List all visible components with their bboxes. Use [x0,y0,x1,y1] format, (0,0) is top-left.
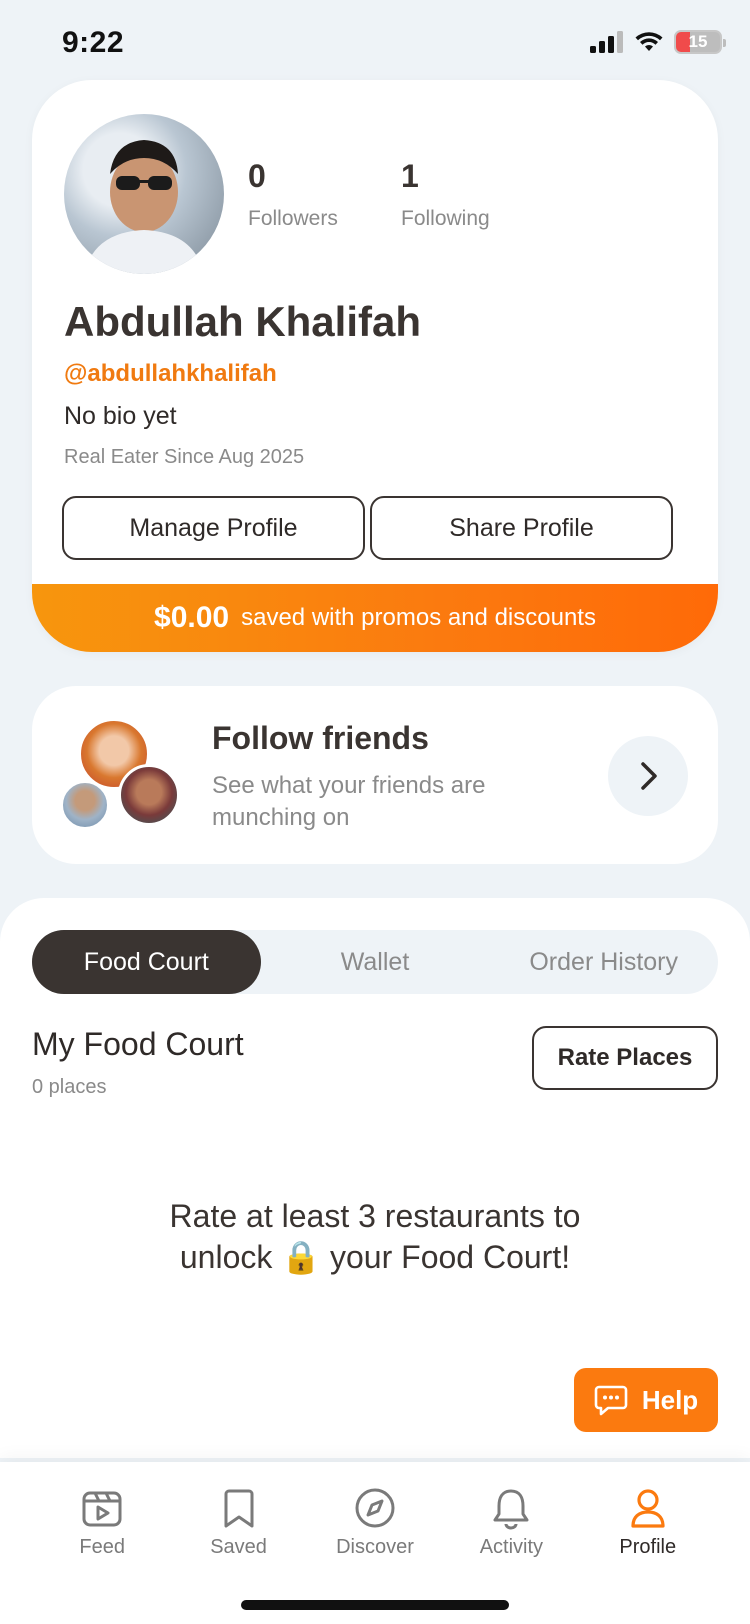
help-label: Help [641,1384,699,1415]
user-icon [631,1489,665,1528]
wifi-icon [635,32,663,51]
tab-order-history[interactable]: Order History [489,930,718,994]
nav-saved[interactable]: Saved [184,1486,294,1559]
savings-text: saved with promos and discounts [241,604,596,631]
bookmark-icon [224,1489,254,1528]
following-stat[interactable]: 1 Following [401,158,490,231]
tab-wallet[interactable]: Wallet [261,930,490,994]
profile-bio: No bio yet [64,402,177,430]
avatar[interactable] [64,114,224,274]
profile-name: Abdullah Khalifah [64,298,421,345]
food-court-title: My Food Court [32,1026,244,1062]
manage-profile-button[interactable]: Manage Profile [62,496,365,560]
lock-icon: 🔒 [281,1239,322,1275]
member-since: Real Eater Since Aug 2025 [64,446,305,468]
status-icons: 15 [590,30,726,54]
nav-label: Discover [336,1536,414,1558]
status-bar: 9:22 15 [0,0,750,90]
signal-icon [590,31,623,53]
chat-icon [594,1385,628,1416]
tab-food-court[interactable]: Food Court [32,930,261,994]
food-court-sheet: Food Court Wallet Order History My Food … [0,898,750,1458]
nav-label: Saved [210,1536,267,1558]
avatar-photo [84,140,204,274]
profile-tabs: Food Court Wallet Order History [32,930,718,994]
savings-amount: $0.00 [154,601,230,634]
rate-places-button[interactable]: Rate Places [532,1026,718,1090]
share-profile-button[interactable]: Share Profile [370,496,673,560]
battery-icon: 15 [674,30,726,54]
home-indicator [241,1600,509,1610]
feed-icon [82,1491,122,1527]
followers-label: Followers [248,207,338,230]
friend-avatar [60,780,110,830]
following-label: Following [401,207,490,230]
follow-friends-button[interactable] [608,736,688,816]
chevron-right-icon [641,762,657,790]
followers-count: 0 [248,158,266,194]
help-button[interactable]: Help [574,1368,718,1432]
friend-avatar [118,764,180,826]
nav-profile[interactable]: Profile [593,1486,703,1559]
nav-feed[interactable]: Feed [47,1486,157,1559]
nav-label: Profile [619,1536,677,1558]
compass-icon [355,1488,395,1528]
followers-stat[interactable]: 0 Followers [248,158,338,231]
profile-card: 0 Followers 1 Following Abdullah Khalifa… [32,80,718,652]
profile-handle: @abdullahkhalifah [64,360,277,387]
nav-activity[interactable]: Activity [456,1486,566,1559]
bell-icon [493,1489,529,1530]
follow-friends-card[interactable]: Follow friends See what your friends are… [32,686,718,864]
status-time: 9:22 [62,26,125,59]
follow-friends-subtitle: See what your friends are munching on [212,772,486,831]
nav-discover[interactable]: Discover [320,1486,430,1559]
unlock-text-end: your Food Court! [330,1239,571,1275]
nav-label: Activity [479,1536,544,1558]
battery-level: 15 [688,32,708,51]
unlock-message: Rate at least 3 restaurants to unlock 🔒 … [150,1196,600,1278]
nav-label: Feed [79,1536,125,1558]
follow-friends-title: Follow friends [212,720,429,756]
food-court-count: 0 places [32,1076,107,1098]
savings-banner[interactable]: $0.00 saved with promos and discounts [32,584,718,652]
following-count: 1 [401,158,419,194]
